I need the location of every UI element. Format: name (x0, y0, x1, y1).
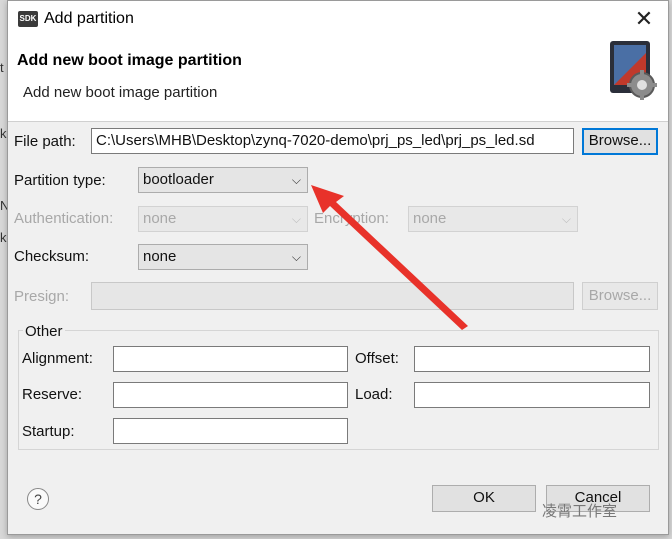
help-icon[interactable]: ? (27, 488, 49, 510)
startup-input[interactable] (113, 418, 348, 444)
partition-type-label: Partition type: (14, 172, 106, 189)
reserve-label: Reserve: (22, 386, 83, 403)
watermark-text: 凌霄工作室 (542, 503, 618, 520)
authentication-select[interactable]: none ⌵ (138, 206, 308, 232)
header-description: Add new boot image partition (23, 84, 218, 101)
chevron-down-icon: ⌵ (291, 250, 301, 264)
encryption-label: Encryption: (314, 210, 390, 227)
authentication-value: none (143, 210, 177, 227)
load-input[interactable] (414, 382, 650, 408)
chevron-down-icon: ⌵ (291, 212, 301, 226)
chevron-down-icon: ⌵ (561, 212, 571, 226)
offset-label: Offset: (355, 350, 399, 367)
startup-label: Startup: (22, 423, 75, 440)
checksum-select[interactable]: none ⌵ (138, 244, 308, 270)
header-title: Add new boot image partition (17, 52, 242, 69)
other-group-title: Other (23, 323, 65, 340)
browse-button[interactable]: Browse... (582, 128, 658, 155)
offset-input[interactable] (414, 346, 650, 372)
alignment-input[interactable] (113, 346, 348, 372)
encryption-value: none (413, 210, 447, 227)
title-bar: SDK Add partition ✕ (8, 1, 668, 39)
reserve-input[interactable] (113, 382, 348, 408)
authentication-label: Authentication: (14, 210, 114, 227)
presign-browse-button[interactable]: Browse... (582, 282, 658, 310)
file-path-label: File path: (14, 133, 76, 150)
checksum-label: Checksum: (14, 248, 90, 265)
chevron-down-icon: ⌵ (291, 173, 301, 187)
add-partition-dialog: SDK Add partition ✕ Add new boot image p… (7, 0, 669, 535)
presign-label: Presign: (14, 288, 70, 305)
partition-type-select[interactable]: bootloader ⌵ (138, 167, 308, 193)
checksum-value: none (143, 248, 177, 265)
presign-input[interactable] (91, 282, 574, 310)
ok-button[interactable]: OK (432, 485, 536, 512)
close-icon[interactable]: ✕ (632, 7, 656, 31)
load-label: Load: (355, 386, 393, 403)
file-path-input[interactable]: C:\Users\MHB\Desktop\zynq-7020-demo\prj_… (91, 128, 574, 154)
encryption-select[interactable]: none ⌵ (408, 206, 578, 232)
partition-type-value: bootloader (143, 171, 214, 188)
alignment-label: Alignment: (22, 350, 93, 367)
window-title: Add partition (44, 10, 134, 27)
boot-image-gear-icon (610, 41, 657, 100)
sdk-icon: SDK (18, 11, 38, 27)
dialog-header: Add new boot image partition Add new boo… (8, 39, 668, 122)
